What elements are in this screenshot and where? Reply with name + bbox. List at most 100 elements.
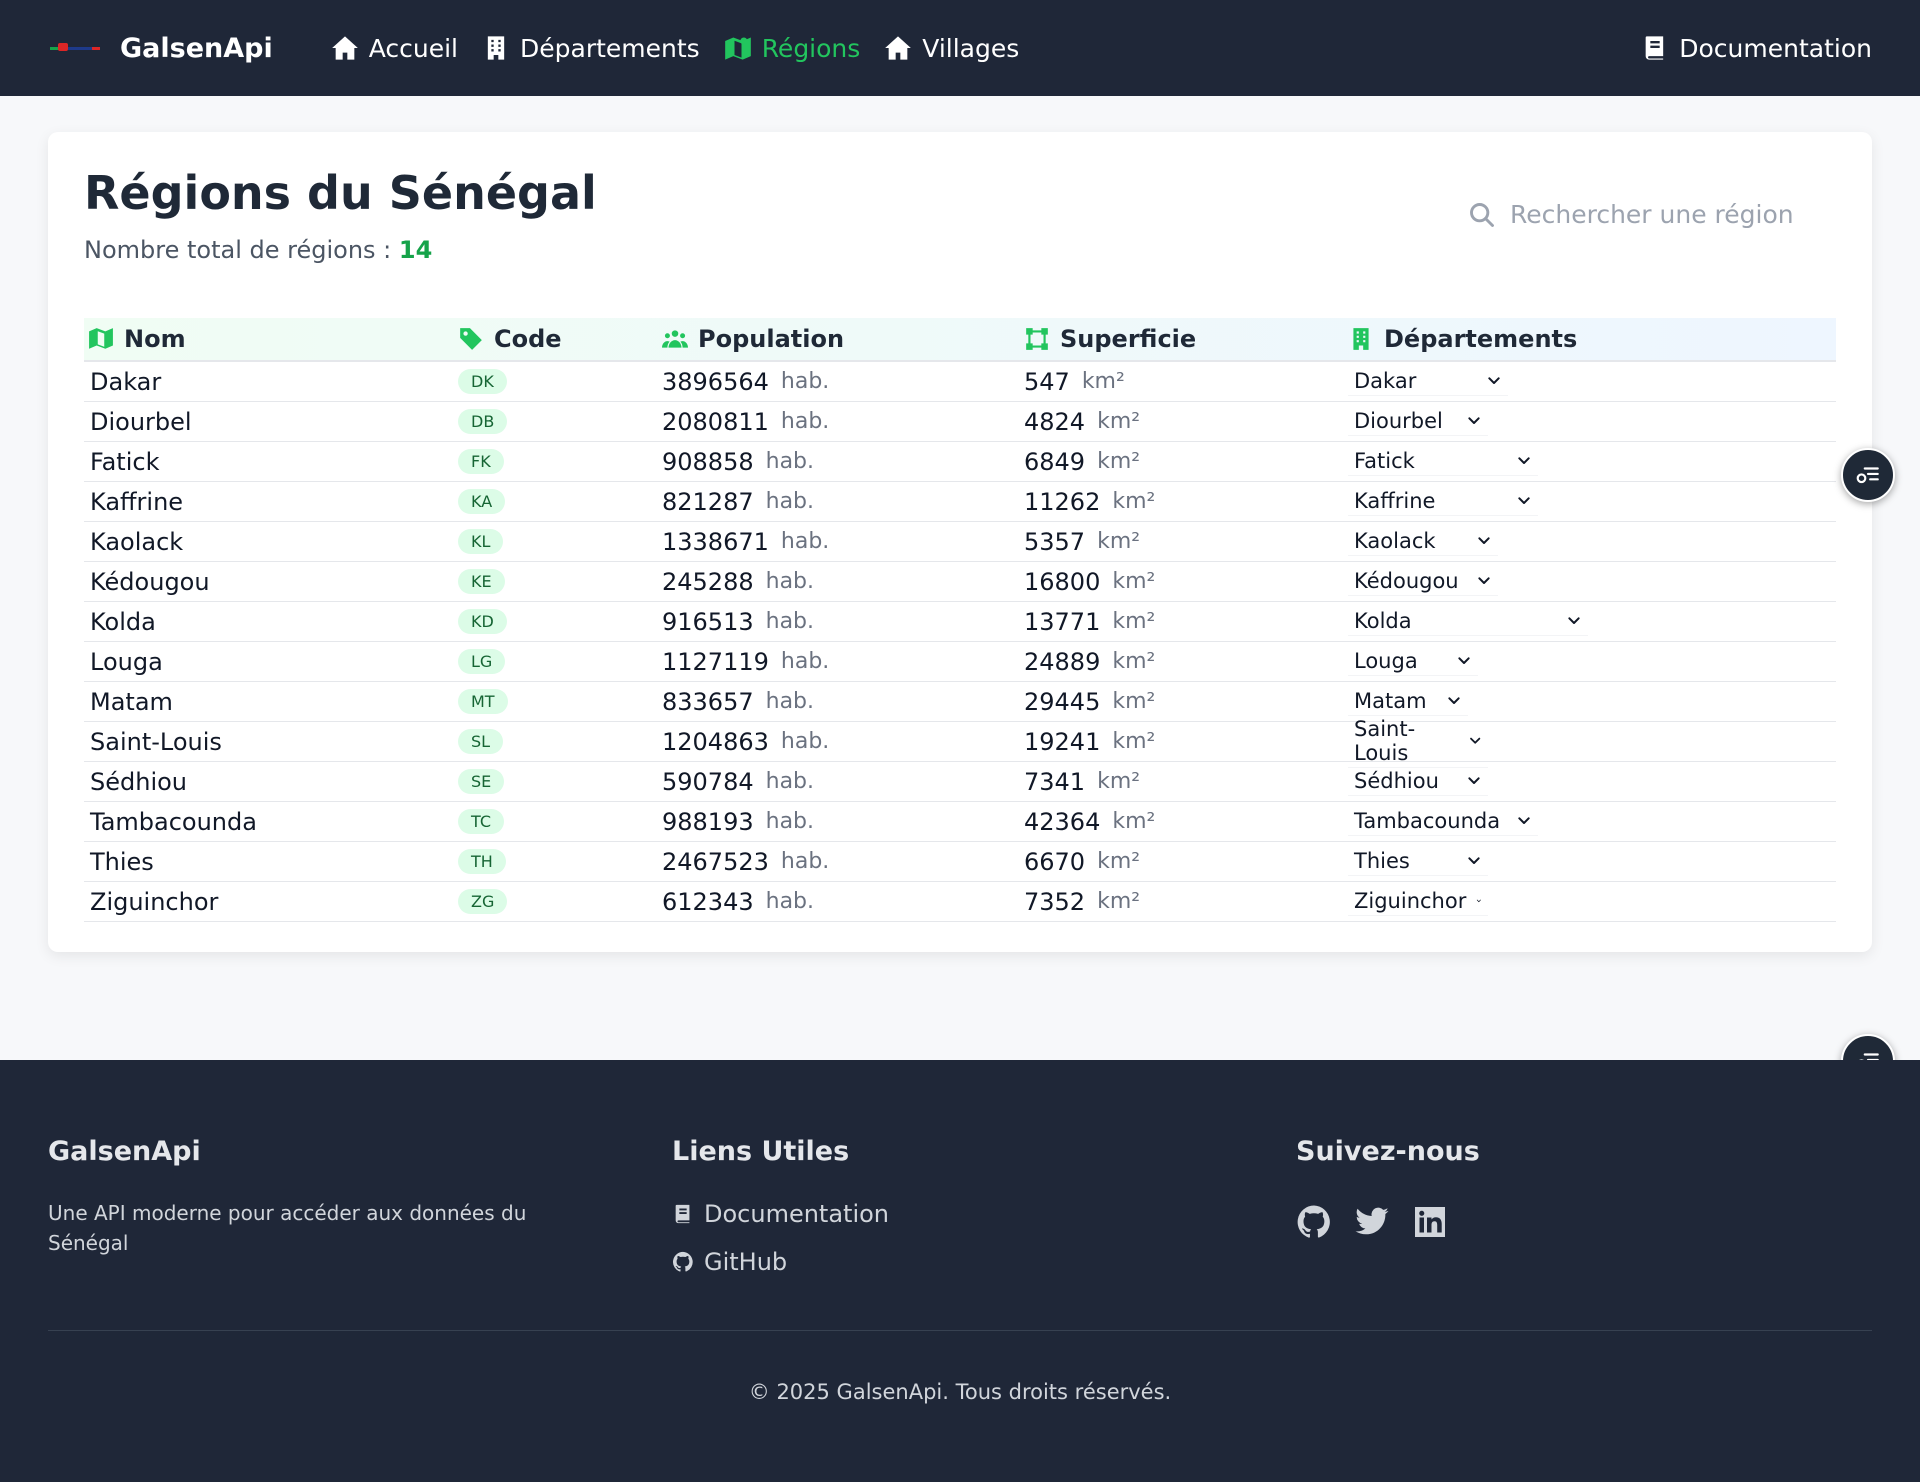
region-area: 16800 km² [1024,568,1348,596]
department-select[interactable]: Kaolack [1348,527,1498,556]
linkedin-icon[interactable] [1412,1204,1448,1240]
area-icon [1026,328,1048,350]
region-code-cell: FK [458,449,662,474]
department-select[interactable]: Diourbel [1348,407,1488,436]
region-area: 19241 km² [1024,728,1348,756]
table-row: Saint-Louis SL 1204863 hab. 19241 km² Saint-Lo… [84,717,1836,768]
region-departments: Dakar [1348,367,1836,396]
region-name-text: Ziguinchor [90,887,219,916]
region-population: 908858 hab. [662,448,1024,476]
area-value: 42364 [1024,807,1101,836]
area-value: 547 [1024,367,1070,396]
header-name[interactable]: Nom [84,325,458,353]
region-name: Diourbel [84,408,458,436]
nav-link-villages[interactable]: Villages [884,34,1019,63]
navbar: GalsenApi Accueil Départements Régions V… [0,0,1920,96]
department-select-value: Thies [1354,849,1410,873]
area-value: 6670 [1024,847,1086,876]
region-departments: Diourbel [1348,407,1836,436]
region-population: 833657 hab. [662,688,1024,716]
region-departments: Matam [1348,687,1836,716]
area-unit: km² [1097,409,1141,434]
area-value: 16800 [1024,567,1101,596]
department-select-value: Saint-Louis [1354,717,1416,765]
nav-link-regions[interactable]: Régions [724,34,860,63]
region-code-cell: KE [458,569,662,594]
region-name: Kolda [84,608,458,636]
department-select[interactable]: Kédougou [1348,567,1498,596]
region-code-badge: DK [458,369,507,394]
brand[interactable]: GalsenApi [48,33,273,64]
footer-link-label: Documentation [704,1200,890,1228]
department-select[interactable]: Dakar [1348,367,1508,396]
users-icon [662,330,688,348]
header-departments[interactable]: Départements [1348,325,1836,353]
region-population: 590784 hab. [662,768,1024,796]
region-population: 1338671 hab. [662,528,1024,556]
nav-link-label: Départements [520,33,700,63]
department-select[interactable]: Tambacounda [1348,807,1538,836]
chevron-down-icon [1488,377,1500,384]
tag-icon [460,328,482,350]
population-value: 833657 [662,687,754,716]
nav-link-departements[interactable]: Départements [482,34,700,63]
area-value: 19241 [1024,727,1101,756]
region-area: 24889 km² [1024,648,1348,676]
department-select[interactable]: Fatick [1348,447,1538,476]
population-value: 916513 [662,607,754,636]
area-value: 5357 [1024,527,1086,556]
population-unit: hab. [765,569,815,594]
twitter-icon[interactable] [1354,1204,1390,1240]
region-name: Tambacounda [84,808,458,836]
github-icon[interactable] [1296,1204,1332,1240]
department-select[interactable]: Matam [1348,687,1468,716]
nav-link-accueil[interactable]: Accueil [331,34,458,63]
department-select[interactable]: Sédhiou [1348,767,1488,796]
region-departments: Kolda [1348,607,1836,636]
brand-logo [48,37,104,59]
region-area: 7352 km² [1024,888,1348,916]
footer-link-documentation[interactable]: Documentation [672,1200,889,1228]
region-name-text: Louga [90,647,163,676]
population-value: 1338671 [662,527,769,556]
brand-name: GalsenApi [120,32,273,64]
nav-link-label: Villages [922,33,1020,63]
region-name-text: Kédougou [90,567,210,596]
area-unit: km² [1097,849,1141,874]
department-select[interactable]: Thies [1348,847,1488,876]
population-value: 1127119 [662,647,769,676]
nav-documentation[interactable]: Documentation [1641,34,1872,63]
population-unit: hab. [780,369,830,394]
region-name-text: Matam [90,687,173,716]
search-box[interactable] [1468,200,1828,229]
regions-table: Nom Code Population Superficie Départeme… [84,318,1836,922]
department-select[interactable]: Saint-Louis [1348,715,1488,768]
header-code[interactable]: Code [458,325,662,353]
department-select[interactable]: Ziguinchor [1348,887,1488,916]
department-select[interactable]: Louga [1348,647,1478,676]
github-icon [672,1251,693,1272]
region-code-cell: DB [458,409,662,434]
header-population[interactable]: Population [662,325,1024,353]
floating-menu-button[interactable] [1841,448,1895,502]
region-population: 612343 hab. [662,888,1024,916]
department-select[interactable]: Kolda [1348,607,1588,636]
region-name-text: Tambacounda [90,807,257,836]
nav-link-label: Accueil [368,33,458,63]
region-population: 1127119 hab. [662,648,1024,676]
department-select[interactable]: Kaffrine [1348,487,1538,516]
header-area[interactable]: Superficie [1024,325,1348,353]
region-area: 11262 km² [1024,488,1348,516]
region-departments: Fatick [1348,447,1836,476]
search-icon [1470,202,1494,227]
search-input[interactable] [1510,200,1820,229]
region-area: 6670 km² [1024,848,1348,876]
area-value: 7352 [1024,887,1086,916]
region-name: Sédhiou [84,768,458,796]
chevron-down-icon [1448,697,1460,704]
table-row: Ziguinchor ZG 612343 hab. 7352 km² Ziguinchor [84,882,1836,922]
footer-link-github[interactable]: GitHub [672,1248,787,1276]
population-unit: hab. [765,689,815,714]
footer-social-title: Suivez-nous [1296,1136,1480,1167]
department-select-value: Louga [1354,649,1418,673]
